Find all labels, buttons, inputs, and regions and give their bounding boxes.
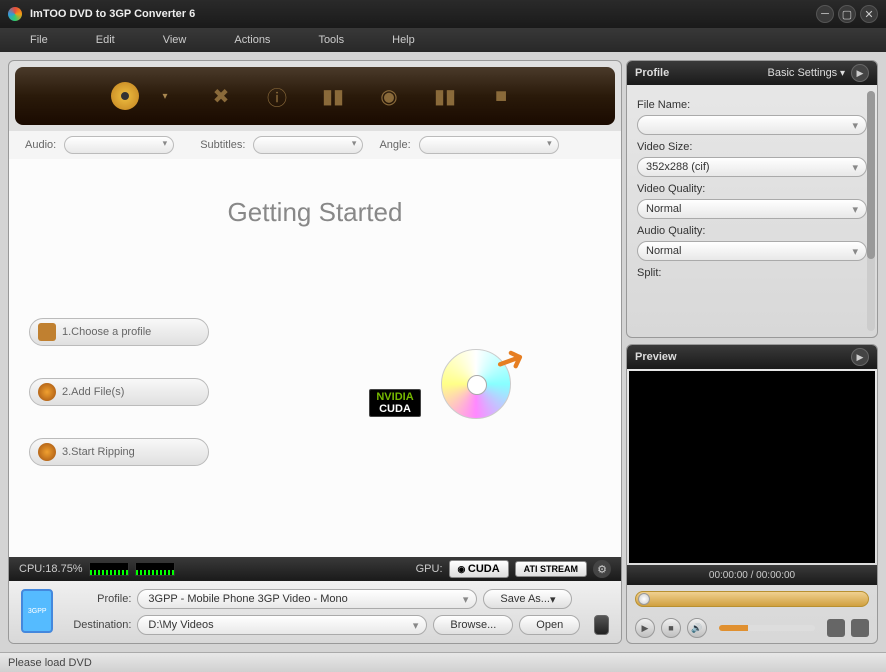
profile-panel: Profile Basic Settings ▾ ▶ File Name: Vi… — [626, 60, 878, 338]
destination-select[interactable]: D:\My Videos — [137, 615, 427, 635]
step-choose-profile[interactable]: 1.Choose a profile — [29, 318, 209, 346]
preview-title: Preview — [635, 351, 845, 363]
status-text: Please load DVD — [8, 657, 92, 669]
volume-icon[interactable]: 🔊 — [687, 618, 707, 638]
maximize-button[interactable]: ▢ — [838, 5, 856, 23]
info-button[interactable]: ⓘ — [259, 78, 295, 114]
menubar: File Edit View Actions Tools Help — [0, 28, 886, 52]
preview-panel: Preview ▶ 00:00:00 / 00:00:00 ▶ ■ 🔊 — [626, 344, 878, 644]
titlebar: ImTOO DVD to 3GP Converter 6 ─ ▢ ✕ — [0, 0, 886, 28]
step1-label: 1.Choose a profile — [62, 326, 151, 338]
left-panel: ▾ ✖ ⓘ ▮▮ ◉ ▮▮ ■ Audio: Subtitles: Angle:… — [8, 60, 622, 644]
gpu-label: GPU: — [416, 563, 443, 575]
rip-step-icon — [38, 443, 56, 461]
videoquality-label: Video Quality: — [637, 183, 867, 195]
clip-button[interactable]: ▮▮ — [315, 78, 351, 114]
step-add-files[interactable]: 2.Add File(s) — [29, 378, 209, 406]
preview-timecode: 00:00:00 / 00:00:00 — [627, 565, 877, 585]
profile-collapse-button[interactable]: ▶ — [851, 64, 869, 82]
settings-gear-icon[interactable]: ⚙ — [593, 560, 611, 578]
nvidia-brand: NVIDIA — [376, 391, 413, 403]
stop-button[interactable]: ■ — [483, 78, 519, 114]
app-title: ImTOO DVD to 3GP Converter 6 — [30, 8, 812, 20]
camera-button[interactable] — [851, 619, 869, 637]
snapshot-button[interactable] — [827, 619, 845, 637]
cpu-label: CPU:18.75% — [19, 563, 83, 575]
play-button[interactable]: ▶ — [635, 618, 655, 638]
angle-select[interactable] — [419, 136, 559, 154]
save-as-button[interactable]: Save As... ▾ — [483, 589, 572, 609]
profile-step-icon — [38, 323, 56, 341]
filename-input[interactable] — [637, 115, 867, 135]
menu-tools[interactable]: Tools — [318, 34, 344, 46]
destination-label: Destination: — [63, 619, 131, 631]
videosize-label: Video Size: — [637, 141, 867, 153]
profile-panel-title: Profile — [635, 67, 761, 79]
load-dvd-menu-chevron-icon[interactable]: ▾ — [147, 78, 183, 114]
audioquality-label: Audio Quality: — [637, 225, 867, 237]
menu-help[interactable]: Help — [392, 34, 415, 46]
main-area: Getting Started 1.Choose a profile 2.Add… — [9, 159, 621, 557]
videosize-select[interactable]: 352x288 (cif) — [637, 157, 867, 177]
audio-label: Audio: — [25, 139, 56, 151]
delete-button[interactable]: ✖ — [203, 78, 239, 114]
step-start-ripping[interactable]: 3.Start Ripping — [29, 438, 209, 466]
bottom-bar: 3GPP Profile: 3GPP - Mobile Phone 3GP Vi… — [9, 581, 621, 643]
audio-select[interactable] — [64, 136, 174, 154]
rip-button[interactable]: ◉ — [371, 78, 407, 114]
audioquality-select[interactable]: Normal — [637, 241, 867, 261]
split-label: Split: — [637, 267, 867, 279]
filename-label: File Name: — [637, 99, 867, 111]
seek-slider[interactable] — [635, 591, 869, 607]
cpu-bar: CPU:18.75% GPU: ◉ CUDA ATI STREAM ⚙ — [9, 557, 621, 581]
open-button[interactable]: Open — [519, 615, 580, 635]
dvd-graphic-icon: ➜ — [441, 349, 521, 429]
menu-edit[interactable]: Edit — [96, 34, 115, 46]
menu-file[interactable]: File — [30, 34, 48, 46]
volume-slider[interactable] — [719, 625, 815, 631]
corner-button[interactable] — [594, 615, 609, 635]
profile-settings-dropdown[interactable]: Basic Settings ▾ — [767, 67, 845, 79]
app-logo-icon — [8, 7, 22, 21]
cuda-badge: ◉ CUDA — [449, 560, 509, 578]
stop-preview-button[interactable]: ■ — [661, 618, 681, 638]
profile-scrollbar[interactable] — [867, 91, 875, 331]
close-button[interactable]: ✕ — [860, 5, 878, 23]
angle-label: Angle: — [379, 139, 410, 151]
statusbar: Please load DVD — [0, 652, 886, 672]
ati-badge: ATI STREAM — [515, 561, 587, 577]
preview-collapse-button[interactable]: ▶ — [851, 348, 869, 366]
profile-select[interactable]: 3GPP - Mobile Phone 3GP Video - Mono — [137, 589, 477, 609]
nvidia-cuda: CUDA — [379, 403, 411, 415]
preview-video — [629, 371, 875, 563]
browse-button[interactable]: Browse... — [433, 615, 513, 635]
add-files-step-icon — [38, 383, 56, 401]
subtitles-label: Subtitles: — [200, 139, 245, 151]
load-dvd-button[interactable] — [111, 82, 139, 110]
main-toolbar: ▾ ✖ ⓘ ▮▮ ◉ ▮▮ ■ — [15, 67, 615, 125]
getting-started-heading: Getting Started — [29, 197, 601, 228]
menu-actions[interactable]: Actions — [234, 34, 270, 46]
format-icon: 3GPP — [21, 589, 53, 633]
nvidia-cuda-badge: NVIDIA CUDA — [369, 389, 421, 417]
cpu-meter-1 — [89, 562, 129, 576]
step3-label: 3.Start Ripping — [62, 446, 135, 458]
videoquality-select[interactable]: Normal — [637, 199, 867, 219]
step2-label: 2.Add File(s) — [62, 386, 124, 398]
profile-label: Profile: — [63, 593, 131, 605]
minimize-button[interactable]: ─ — [816, 5, 834, 23]
subtitles-select[interactable] — [253, 136, 363, 154]
filters-row: Audio: Subtitles: Angle: — [9, 131, 621, 159]
pause-button[interactable]: ▮▮ — [427, 78, 463, 114]
menu-view[interactable]: View — [163, 34, 187, 46]
cpu-meter-2 — [135, 562, 175, 576]
